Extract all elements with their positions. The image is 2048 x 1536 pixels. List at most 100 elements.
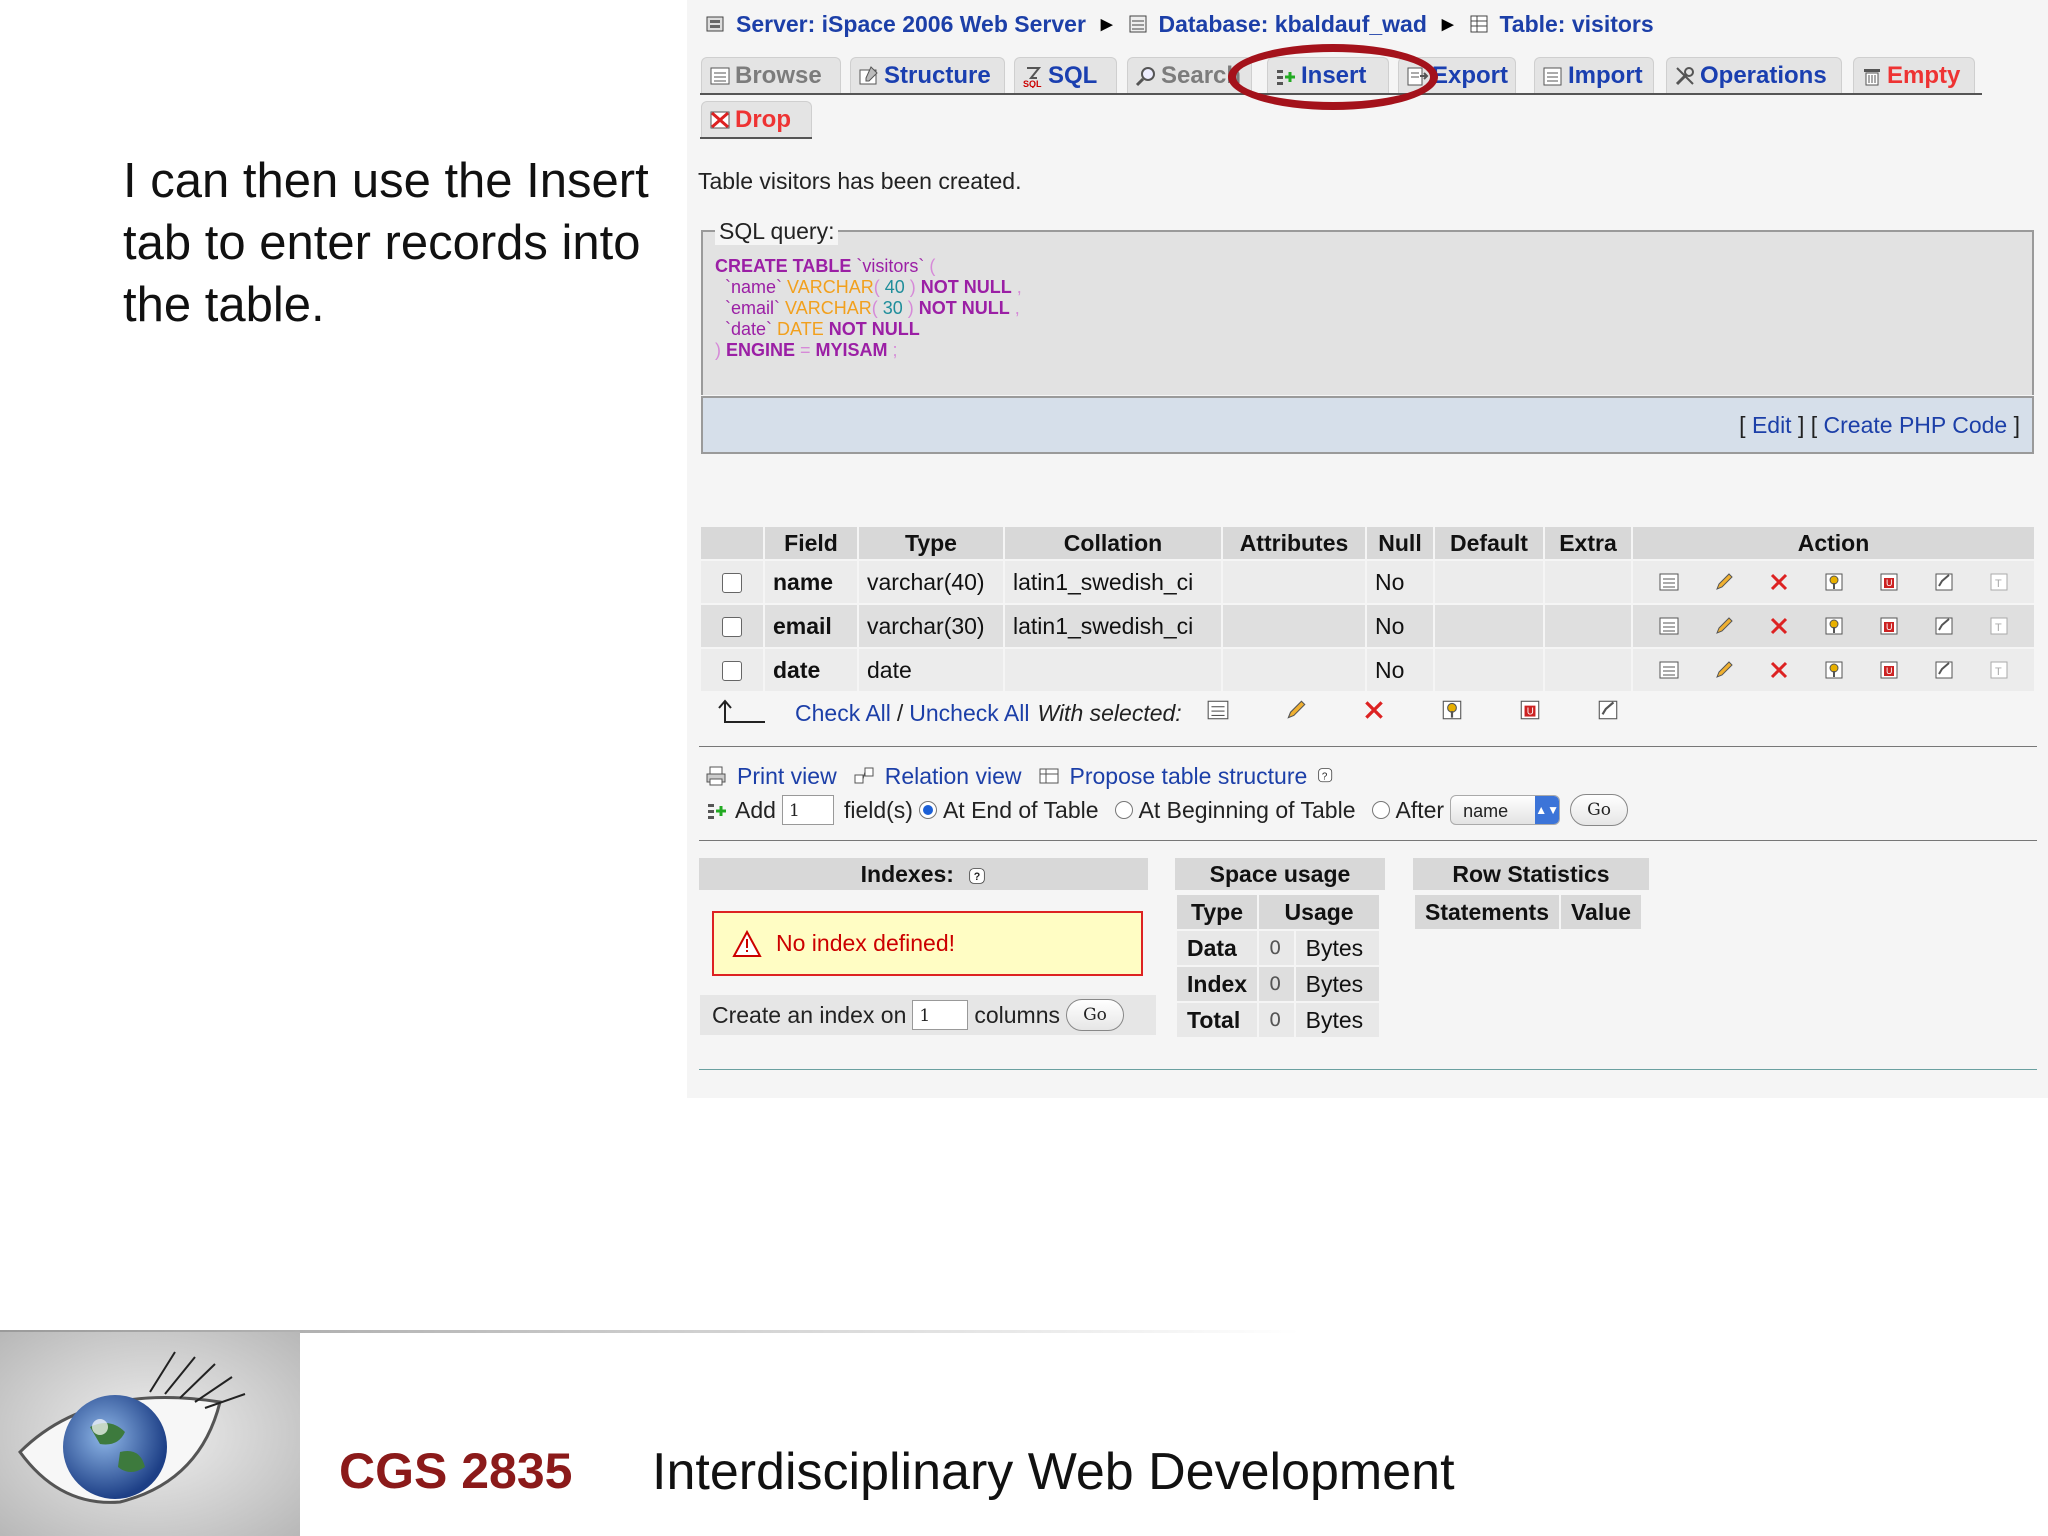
unique-icon[interactable]: U [1861,569,1916,595]
create-index-row: Create an index on 1 columns Go [700,995,1156,1035]
index-icon[interactable] [1916,569,1971,595]
sql-line: `date` DATE NOT NULL [725,319,920,339]
index-icon[interactable] [1916,657,1971,683]
col-statements: Statements [1415,895,1559,929]
col-attributes: Attributes [1223,527,1365,559]
svg-text:?: ? [1322,771,1328,782]
tab-import[interactable]: Import [1534,57,1654,93]
check-all-link[interactable]: Check All [795,700,891,727]
create-index-go-button[interactable]: Go [1066,999,1125,1031]
cell-attributes [1223,649,1365,691]
col-extra: Extra [1545,527,1631,559]
row-checkbox[interactable] [722,661,742,682]
unique-selected-icon[interactable]: U [1518,698,1542,728]
divider [699,840,2037,841]
divider [699,746,2037,747]
breadcrumb-server[interactable]: Server: iSpace 2006 Web Server [736,11,1086,38]
relation-view-link[interactable]: Relation view [885,763,1022,790]
edit-pencil-icon[interactable] [1696,569,1751,595]
svg-text:T: T [1995,622,2002,634]
primary-selected-icon[interactable] [1440,698,1464,728]
at-beginning-radio[interactable] [1114,801,1133,819]
add-field-count-input[interactable]: 1 [781,795,834,825]
fulltext-icon[interactable]: T [1971,569,2026,595]
help-icon[interactable]: ? [1317,767,1335,785]
tab-operations[interactable]: Operations [1666,57,1842,93]
create-php-code-link[interactable]: Create PHP Code [1824,412,2008,438]
search-icon [1135,66,1155,86]
delete-icon[interactable] [1751,569,1806,595]
svg-text:U: U [1886,622,1893,632]
table-icon [1470,15,1488,33]
tab-browse[interactable]: Browse [701,57,841,93]
table-row: date date No U T [701,649,2034,691]
svg-text:U: U [1526,706,1533,717]
database-icon [1129,15,1147,33]
tab-drop[interactable]: Drop [701,101,812,137]
cell-null: No [1367,605,1433,647]
course-name: Interdisciplinary Web Development [652,1443,1455,1501]
delete-selected-icon[interactable] [1362,698,1386,728]
unique-icon[interactable]: U [1861,657,1916,683]
index-columns-input[interactable]: 1 [912,1000,969,1030]
unique-icon[interactable]: U [1861,613,1916,639]
cell-collation [1005,649,1221,691]
primary-key-icon[interactable] [1806,569,1861,595]
col-action: Action [1633,527,2034,559]
add-fields-go-button[interactable]: Go [1570,794,1629,826]
browse-distinct-icon[interactable] [1641,657,1696,683]
cell-default [1435,561,1543,603]
chevron-right-icon: ▶ [1441,16,1454,33]
browse-distinct-icon[interactable] [1641,569,1696,595]
svg-text:U: U [1886,666,1893,676]
breadcrumb: Server: iSpace 2006 Web Server ▶ Databas… [705,8,1654,40]
after-field-select[interactable]: name ▲▼ [1450,795,1561,825]
browse-icon [710,67,730,84]
index-selected-icon[interactable] [1596,698,1620,728]
propose-structure-link[interactable]: Propose table structure [1070,763,1308,790]
primary-key-icon[interactable] [1806,613,1861,639]
eye-globe-logo [0,1332,300,1536]
cell-field: date [765,649,857,691]
at-end-label: At End of Table [942,796,1099,823]
row-checkbox[interactable] [722,573,742,594]
cell-collation: latin1_swedish_ci [1005,561,1221,603]
col-type: Type [859,527,1003,559]
delete-icon[interactable] [1751,613,1806,639]
check-all-row: Check All / Uncheck All With selected: U [715,695,1620,731]
browse-selected-icon[interactable] [1206,698,1230,728]
browse-distinct-icon[interactable] [1641,613,1696,639]
import-icon [1543,67,1562,85]
help-icon[interactable]: ? [968,867,986,885]
tab-empty[interactable]: Empty [1853,57,1975,93]
add-fields-row: Add 1 field(s) At End of Table At Beginn… [705,793,1629,827]
edit-pencil-icon[interactable] [1696,613,1751,639]
delete-icon[interactable] [1751,657,1806,683]
cell-default [1435,649,1543,691]
index-icon[interactable] [1916,613,1971,639]
fulltext-icon[interactable]: T [1971,613,2026,639]
cell-attributes [1223,561,1365,603]
sql-line: CREATE TABLE `visitors` ( [715,256,936,276]
edit-selected-icon[interactable] [1284,698,1308,728]
tab-structure[interactable]: Structure [850,57,1005,93]
row-statistics-header: Row Statistics [1413,858,1649,890]
tab-sql[interactable]: SQL SQL [1014,57,1117,93]
breadcrumb-database[interactable]: Database: kbaldauf_wad [1158,11,1426,38]
row-checkbox[interactable] [722,617,742,638]
fields-label: field(s) [843,796,913,823]
col-collation: Collation [1005,527,1221,559]
at-end-radio[interactable] [918,801,937,819]
breadcrumb-table[interactable]: Table: visitors [1499,11,1653,38]
edit-pencil-icon[interactable] [1696,657,1751,683]
edit-link[interactable]: Edit [1752,412,1792,438]
table-row: Index 0 Bytes [1177,967,1380,1001]
columns-label: columns [974,1001,1061,1028]
table-row: name varchar(40) latin1_swedish_ci No U … [701,561,2034,603]
fulltext-icon[interactable]: T [1971,657,2026,683]
uncheck-all-link[interactable]: Uncheck All [909,700,1029,727]
after-radio[interactable] [1371,801,1390,819]
primary-key-icon[interactable] [1806,657,1861,683]
print-view-link[interactable]: Print view [737,763,837,790]
divider [699,1069,2037,1070]
